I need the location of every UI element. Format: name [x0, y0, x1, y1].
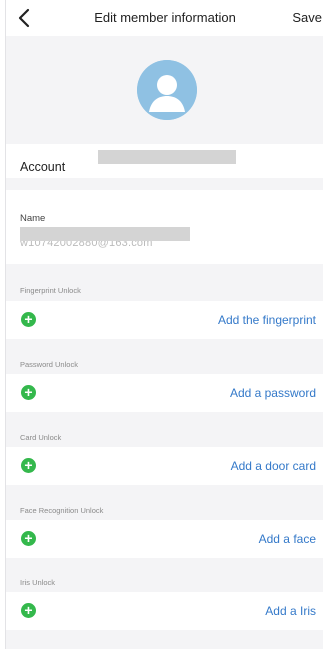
add-face-link[interactable]: Add a face [259, 532, 316, 546]
name-row[interactable]: Name w10742002880@163.com [6, 190, 323, 264]
add-green-icon[interactable]: + [21, 385, 36, 400]
account-value-redacted [98, 150, 236, 164]
face-section-label: Face Recognition Unlock [20, 506, 104, 515]
add-green-icon[interactable]: + [21, 531, 36, 546]
iris-row[interactable]: + Add a Iris [6, 592, 323, 630]
account-row: Account [6, 144, 323, 178]
add-green-icon[interactable]: + [21, 312, 36, 327]
add-green-icon[interactable]: + [21, 458, 36, 473]
add-password-link[interactable]: Add a password [230, 386, 316, 400]
avatar[interactable] [137, 60, 197, 120]
account-label: Account [20, 160, 66, 174]
password-row[interactable]: + Add a password [6, 374, 323, 412]
nav-bar: Edit member information Save [6, 0, 323, 36]
add-green-icon[interactable]: + [21, 603, 36, 618]
fingerprint-row[interactable]: + Add the fingerprint [6, 301, 323, 339]
page-title: Edit member information [94, 10, 236, 25]
fingerprint-section-label: Fingerprint Unlock [20, 286, 81, 295]
user-avatar-icon [137, 60, 197, 120]
face-row[interactable]: + Add a face [6, 520, 323, 558]
password-section-label: Password Unlock [20, 360, 78, 369]
add-iris-link[interactable]: Add a Iris [265, 604, 316, 618]
save-button[interactable]: Save [292, 10, 322, 25]
add-fingerprint-link[interactable]: Add the fingerprint [218, 313, 316, 327]
add-door-card-link[interactable]: Add a door card [231, 459, 316, 473]
card-row[interactable]: + Add a door card [6, 447, 323, 485]
iris-section-label: Iris Unlock [20, 578, 56, 587]
name-label: Name [20, 213, 46, 224]
card-section-label: Card Unlock [20, 433, 62, 442]
screen: Edit member information Save Account Nam… [5, 0, 323, 649]
avatar-section [6, 36, 323, 132]
name-redaction-bar [20, 227, 190, 241]
